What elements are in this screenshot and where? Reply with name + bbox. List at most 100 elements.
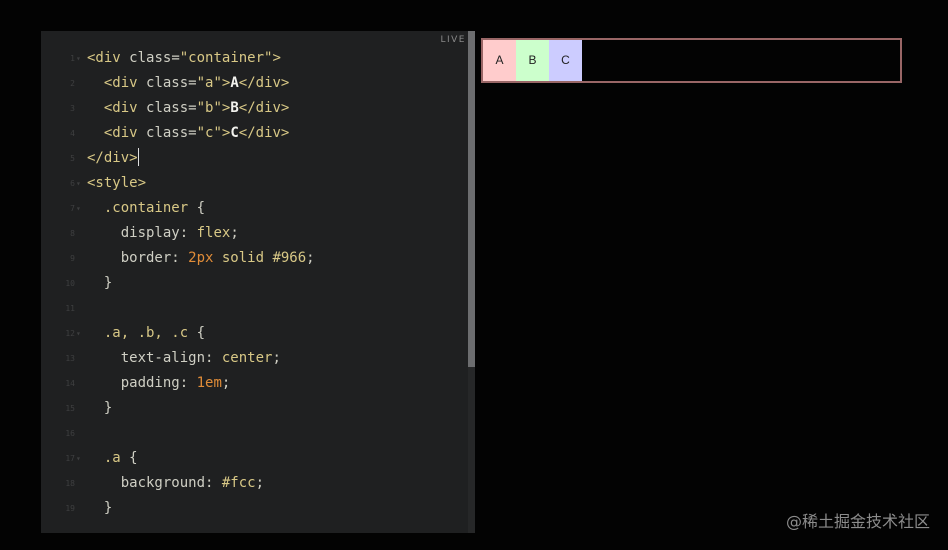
- preview-box-c: C: [549, 40, 582, 81]
- code-line[interactable]: 6 ▾ <style>: [41, 171, 468, 196]
- code-token: :: [179, 225, 197, 241]
- line-number: 3: [70, 104, 75, 113]
- code-token: border: [120, 250, 172, 266]
- code-token: >: [272, 50, 281, 66]
- fold-toggle-icon[interactable]: ▾: [76, 321, 81, 346]
- line-number: 1: [70, 54, 75, 63]
- fold-toggle-icon[interactable]: ▾: [76, 446, 81, 471]
- code-line[interactable]: 7 ▾ .container {: [41, 196, 468, 221]
- code-token: "c": [196, 125, 222, 141]
- code-text: </div>: [87, 146, 139, 171]
- code-token: text-align: [120, 350, 206, 366]
- code-line[interactable]: 16: [41, 421, 468, 446]
- fold-toggle-icon[interactable]: ▾: [76, 171, 81, 196]
- code-token: =: [188, 125, 197, 141]
- code-token: {: [188, 200, 206, 216]
- code-token: <div: [103, 100, 147, 116]
- code-text: <div class="a">A</div>: [87, 71, 290, 96]
- code-text: }: [87, 271, 112, 296]
- editor-scrollbar[interactable]: [468, 31, 475, 533]
- scrollbar-thumb[interactable]: [468, 31, 475, 367]
- code-token: ;: [230, 225, 239, 241]
- live-badge: LIVE: [440, 35, 466, 45]
- code-line[interactable]: 3 <div class="b">B</div>: [41, 96, 468, 121]
- fold-toggle-icon[interactable]: ▾: [76, 196, 81, 221]
- line-number: 13: [65, 354, 75, 363]
- code-token: class: [146, 75, 189, 91]
- code-text: <style>: [87, 171, 146, 196]
- text-cursor: [137, 148, 139, 166]
- code-token: :: [205, 475, 222, 491]
- code-line[interactable]: 18 background: #fcc;: [41, 471, 468, 496]
- code-token: ;: [306, 250, 315, 266]
- code-text: text-align: center;: [87, 346, 281, 371]
- line-number: 5: [70, 154, 75, 163]
- code-token: =: [171, 50, 180, 66]
- code-text: }: [87, 496, 112, 521]
- line-number: 17: [65, 454, 75, 463]
- code-token: .a, .b, .c: [103, 325, 189, 341]
- code-token: <div: [103, 75, 147, 91]
- preview-box-b: B: [516, 40, 549, 81]
- code-token: B: [230, 100, 239, 116]
- code-line[interactable]: 13 text-align: center;: [41, 346, 468, 371]
- code-token: <style>: [87, 175, 147, 191]
- line-number: 8: [70, 229, 75, 238]
- code-line[interactable]: 4 <div class="c">C</div>: [41, 121, 468, 146]
- code-text: <div class="container">: [87, 46, 281, 71]
- line-number: 18: [65, 479, 75, 488]
- line-number: 16: [65, 429, 75, 438]
- code-token: }: [87, 275, 113, 291]
- line-number: 12: [65, 329, 75, 338]
- code-line[interactable]: 11: [41, 296, 468, 321]
- code-token: ;: [255, 475, 265, 491]
- code-editor[interactable]: LIVE 1 ▾ <div class="container"> 2 <div cla…: [41, 31, 475, 533]
- code-line[interactable]: 9 border: 2px solid #966;: [41, 246, 468, 271]
- code-token: :: [205, 350, 222, 366]
- code-token: class: [129, 50, 172, 66]
- code-line[interactable]: 12 ▾ .a, .b, .c {: [41, 321, 468, 346]
- line-number: 15: [65, 404, 75, 413]
- code-token: </div>: [87, 150, 138, 166]
- code-token: 2px: [188, 250, 214, 266]
- code-token: }: [87, 400, 113, 416]
- code-token: #fcc: [221, 475, 256, 491]
- line-number: 2: [70, 79, 75, 88]
- code-token: A: [230, 75, 239, 91]
- code-line[interactable]: 5 </div>: [41, 146, 468, 171]
- code-token: "a": [196, 75, 222, 91]
- code-token: }: [87, 500, 113, 516]
- code-line[interactable]: 8 display: flex;: [41, 221, 468, 246]
- code-line[interactable]: 10 }: [41, 271, 468, 296]
- line-number: 14: [65, 379, 75, 388]
- code-token: .container: [103, 200, 189, 216]
- code-token: "b": [196, 100, 222, 116]
- code-line[interactable]: 1 ▾ <div class="container">: [41, 46, 468, 71]
- code-text: border: 2px solid #966;: [87, 246, 315, 271]
- code-line[interactable]: 2 <div class="a">A</div>: [41, 71, 468, 96]
- code-text: display: flex;: [87, 221, 239, 246]
- watermark: @稀土掘金技术社区: [785, 512, 930, 531]
- code-token: padding: [120, 375, 180, 391]
- code-token: ;: [272, 350, 281, 366]
- code-line[interactable]: 17 ▾ .a {: [41, 446, 468, 471]
- line-number: 6: [70, 179, 75, 188]
- code-lines[interactable]: 1 ▾ <div class="container"> 2 <div class="a…: [41, 46, 468, 521]
- code-text: .container {: [87, 196, 205, 221]
- line-number: 19: [65, 504, 75, 513]
- code-token: ;: [221, 375, 231, 391]
- code-line[interactable]: 15 }: [41, 396, 468, 421]
- code-token: <div: [87, 50, 130, 66]
- line-number: 4: [70, 129, 75, 138]
- code-line[interactable]: 14 padding: 1em;: [41, 371, 468, 396]
- line-number: 11: [65, 304, 75, 313]
- code-token: class: [146, 125, 189, 141]
- fold-toggle-icon[interactable]: ▾: [76, 46, 81, 71]
- code-line[interactable]: 19 }: [41, 496, 468, 521]
